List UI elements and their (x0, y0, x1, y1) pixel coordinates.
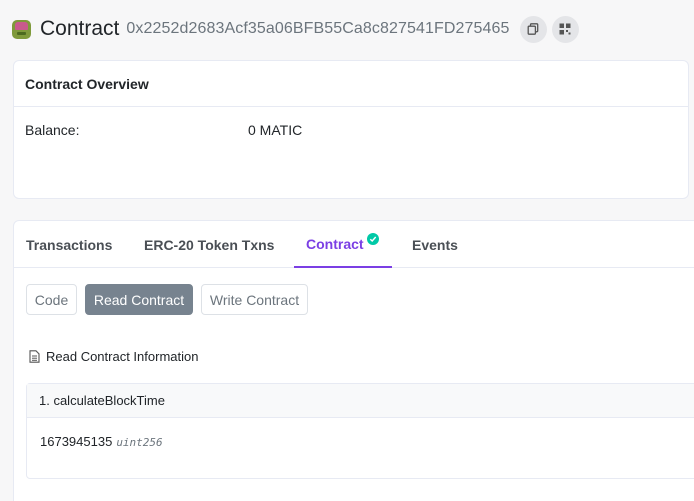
function-result-line: 1673945135 uint256 (40, 434, 163, 449)
qr-code-icon (559, 23, 571, 35)
page-title: Contract (40, 17, 120, 40)
read-contract-info-label: Read Contract Information (46, 349, 199, 364)
contract-overview-title: Contract Overview (14, 61, 688, 107)
balance-row: Balance: 0 MATIC (14, 107, 688, 152)
read-contract-button[interactable]: Read Contract (85, 284, 193, 315)
function-panel: 1. calculateBlockTime 1673945135 uint256 (26, 383, 694, 479)
function-result-value: 1673945135 (40, 434, 113, 449)
document-icon (29, 350, 40, 363)
tab-bar: Transactions ERC-20 Token Txns Contract … (14, 221, 694, 268)
tab-contract[interactable]: Contract (294, 221, 392, 268)
write-contract-button[interactable]: Write Contract (201, 284, 308, 315)
tab-events[interactable]: Events (412, 221, 458, 268)
code-button[interactable]: Code (26, 284, 77, 315)
page-header: Contract 0x2252d2683Acf35a06BFB55Ca8c827… (0, 0, 694, 58)
tab-label: Transactions (26, 236, 113, 253)
tab-erc20-token-txns[interactable]: ERC-20 Token Txns (144, 221, 274, 268)
function-result-type: uint256 (116, 436, 163, 449)
verified-check-icon (366, 232, 379, 245)
function-result: 1673945135 uint256 (27, 418, 694, 478)
contract-overview-card: Contract Overview Balance: 0 MATIC (13, 60, 689, 199)
tab-label: Contract (306, 235, 364, 252)
tab-label: Events (412, 236, 458, 253)
copy-icon (527, 23, 539, 35)
qr-code-button[interactable] (551, 15, 579, 43)
tab-transactions[interactable]: Transactions (26, 221, 112, 268)
copy-address-button[interactable] (519, 15, 547, 43)
balance-label: Balance: (25, 122, 80, 138)
contract-tabs-card: Transactions ERC-20 Token Txns Contract … (13, 220, 694, 501)
function-header[interactable]: 1. calculateBlockTime (27, 384, 694, 418)
contract-identicon-icon (12, 20, 31, 39)
contract-address: 0x2252d2683Acf35a06BFB55Ca8c827541FD2754… (126, 20, 510, 37)
read-contract-info: Read Contract Information (29, 349, 198, 364)
balance-value: 0 MATIC (248, 122, 303, 138)
tab-label: ERC-20 Token Txns (144, 236, 275, 253)
